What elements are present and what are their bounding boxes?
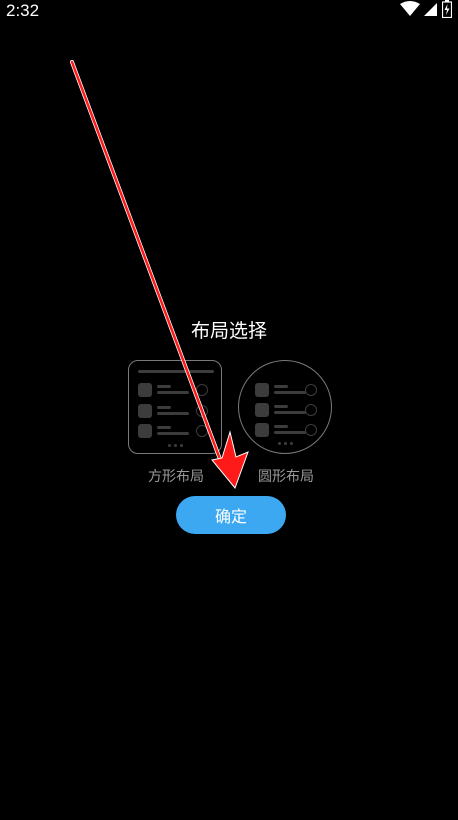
- page-dots: [129, 444, 221, 447]
- round-layout-option[interactable]: 圆形布局: [238, 360, 334, 486]
- square-layout-preview[interactable]: [128, 360, 222, 454]
- preview-row: [138, 404, 214, 418]
- battery-charging-icon: [441, 0, 453, 22]
- preview-row: [138, 383, 214, 397]
- page-dots: [239, 442, 331, 445]
- status-icons: [400, 0, 453, 22]
- square-layout-label: 方形布局: [148, 469, 204, 485]
- preview-row: [255, 423, 317, 437]
- wifi-icon: [400, 1, 420, 21]
- preview-row: [255, 403, 317, 417]
- cellular-signal-icon: [424, 1, 438, 21]
- round-layout-label: 圆形布局: [258, 469, 314, 485]
- confirm-button[interactable]: 确定: [176, 496, 286, 534]
- round-layout-preview[interactable]: [238, 360, 332, 454]
- preview-row: [138, 424, 214, 438]
- layout-selection-screen: 2:32 布局选择 方形布局 圆形布局 确定: [0, 0, 458, 820]
- square-layout-option[interactable]: 方形布局: [128, 360, 224, 486]
- annotation-arrow-icon: [70, 60, 249, 489]
- status-bar: 2:32: [0, 0, 458, 24]
- status-time: 2:32: [6, 1, 40, 20]
- preview-row: [255, 383, 317, 397]
- dialog-title: 布局选择: [190, 320, 267, 342]
